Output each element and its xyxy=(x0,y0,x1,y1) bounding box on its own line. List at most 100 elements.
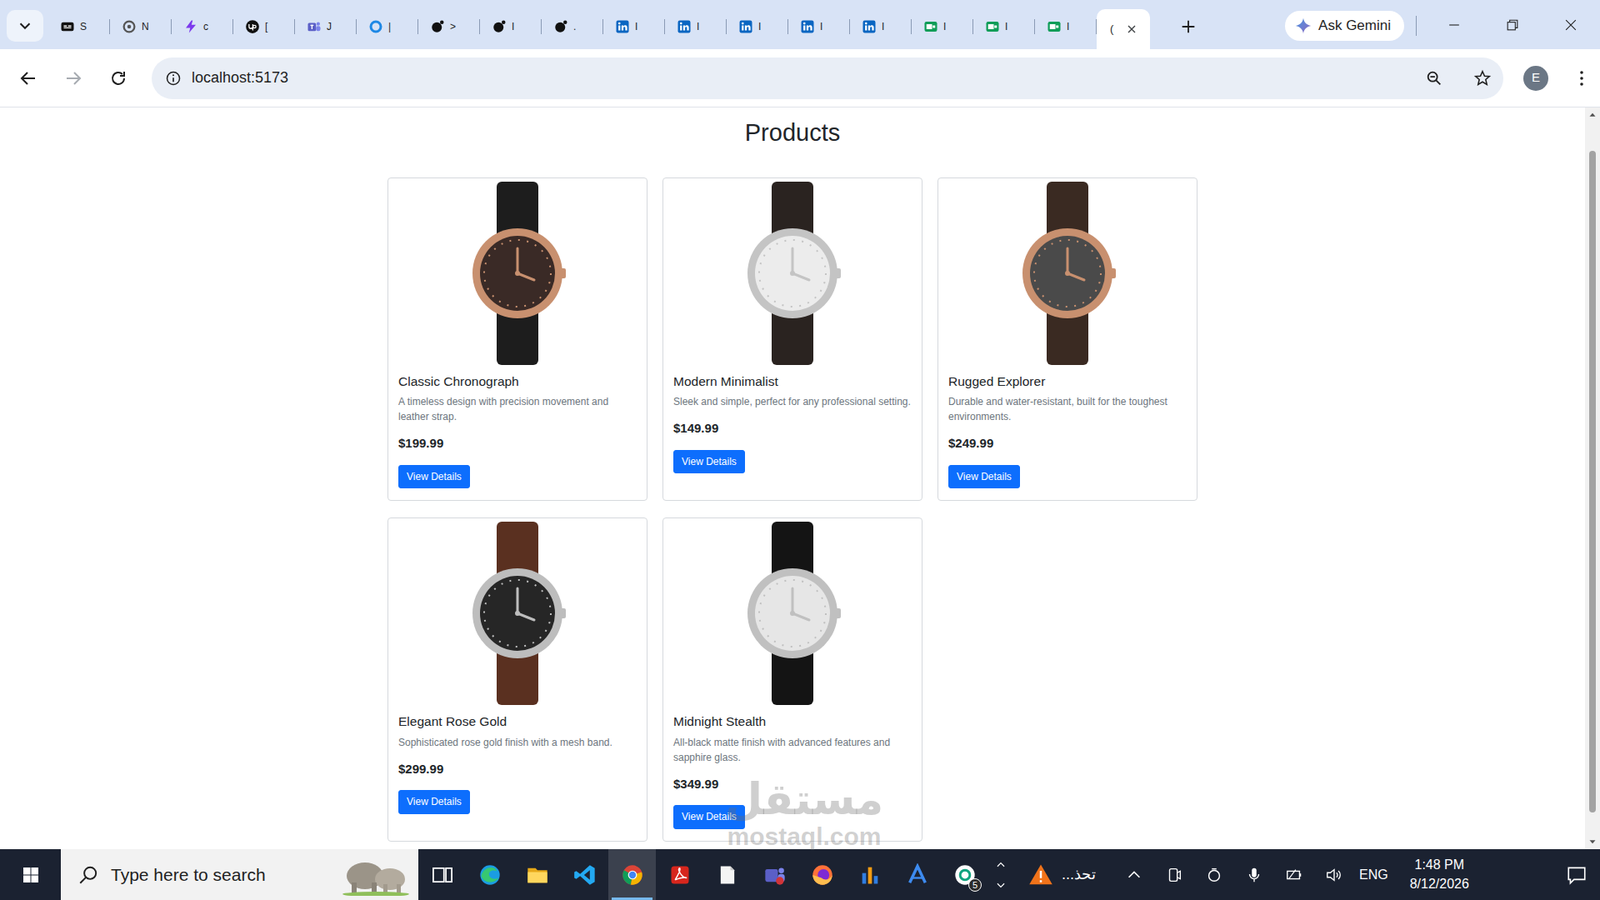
tray-chevron-icon[interactable] xyxy=(1114,849,1155,900)
search-text[interactable]: Type here to search xyxy=(110,861,329,889)
taskbar-app[interactable] xyxy=(750,849,799,900)
reload-icon[interactable] xyxy=(101,61,135,95)
tab-title: I xyxy=(758,19,761,35)
meet-now-icon[interactable] xyxy=(1154,849,1195,900)
product-description: Sophisticated rose gold finish with a me… xyxy=(398,735,637,750)
ask-gemini-button[interactable]: Ask Gemini xyxy=(1285,10,1405,41)
info-icon[interactable] xyxy=(165,70,182,87)
sync-icon[interactable] xyxy=(1194,849,1235,900)
browser-tab[interactable]: S xyxy=(48,9,110,45)
browser-tab[interactable]: I xyxy=(665,9,727,45)
tab-title: [ xyxy=(265,19,268,35)
taskbar-app[interactable] xyxy=(560,849,609,900)
input-language[interactable]: ENG xyxy=(1354,849,1399,900)
chevron-up-icon[interactable] xyxy=(995,859,1007,871)
browser-tab[interactable]: I xyxy=(973,9,1035,45)
taskbar-app[interactable] xyxy=(798,849,846,900)
window-close-icon[interactable] xyxy=(1541,0,1600,50)
product-price: $149.99 xyxy=(673,419,912,439)
favicon-icon xyxy=(1046,19,1062,35)
taskbar-app[interactable] xyxy=(845,849,894,900)
chrome-icon xyxy=(620,863,645,887)
browser-tab[interactable]: | xyxy=(356,9,419,45)
taskbar-app[interactable] xyxy=(893,849,941,900)
product-card: Midnight StealthAll-black matte finish w… xyxy=(662,517,923,842)
chart-icon xyxy=(858,863,882,887)
browser-tab[interactable]: I xyxy=(726,9,789,45)
profile-avatar[interactable]: E xyxy=(1523,65,1549,91)
browser-tab[interactable]: I xyxy=(480,9,542,45)
browser-tab[interactable]: J xyxy=(295,9,357,45)
product-photo xyxy=(388,178,647,365)
browser-tab[interactable]: N xyxy=(110,9,172,45)
taskbar-app[interactable] xyxy=(465,849,514,900)
notification-icon[interactable] xyxy=(1553,849,1600,900)
view-details-button[interactable]: View Details xyxy=(673,450,745,475)
taskbar: Type here to search 5 تحذ... ENG1:48 PM8/12… xyxy=(0,849,1600,900)
speaker-icon[interactable] xyxy=(1314,849,1355,900)
favicon-icon xyxy=(121,19,137,35)
tab-search-icon[interactable] xyxy=(6,10,44,42)
address-text[interactable]: localhost:5173 xyxy=(191,66,1415,90)
taskbar-app[interactable] xyxy=(513,849,561,900)
taskbar-app[interactable] xyxy=(418,849,466,900)
taskbar-app[interactable] xyxy=(703,849,751,900)
browser-tab[interactable]: I xyxy=(850,9,912,45)
browser-tab[interactable]: > xyxy=(418,9,480,45)
favicon-icon xyxy=(861,19,877,35)
restore-icon[interactable] xyxy=(1483,0,1542,50)
battery-icon[interactable] xyxy=(1274,849,1315,900)
taskbar-app[interactable] xyxy=(608,849,656,900)
chevron-down-icon[interactable] xyxy=(995,879,1007,891)
zoom-icon[interactable] xyxy=(1425,69,1444,88)
taskbar-app[interactable]: 5 xyxy=(940,849,989,900)
browser-tab[interactable]: . xyxy=(541,9,604,45)
view-details-button[interactable]: View Details xyxy=(948,465,1020,490)
taskbar-search[interactable]: Type here to search xyxy=(60,849,419,900)
taskbar-scroll[interactable] xyxy=(988,849,1014,900)
view-details-button[interactable]: View Details xyxy=(673,805,745,830)
kebab-menu-icon[interactable] xyxy=(1571,68,1592,89)
product-card: Elegant Rose GoldSophisticated rose gold… xyxy=(387,517,648,842)
tab-title: > xyxy=(450,19,456,35)
new-tab-plus-icon[interactable] xyxy=(1170,9,1207,45)
tab-title: I xyxy=(696,19,700,35)
back-arrow-icon[interactable] xyxy=(11,61,45,95)
forward-arrow-icon xyxy=(56,61,90,95)
alert-text: تحذ... xyxy=(1061,863,1096,886)
view-details-button[interactable]: View Details xyxy=(398,790,470,815)
scroll-up-icon[interactable] xyxy=(1585,107,1600,123)
product-body: Classic ChronographA timeless design wit… xyxy=(388,365,647,501)
scrollbar[interactable] xyxy=(1585,107,1600,850)
browser-tab[interactable]: I xyxy=(603,9,665,45)
notepad-icon xyxy=(715,863,740,887)
tab-title: N xyxy=(141,19,150,35)
tab-strip: SNc[J|>I.IIIIIIII(Ask Gemini xyxy=(0,0,1600,50)
windows-start-icon[interactable] xyxy=(0,849,61,900)
clock-date: 8/12/2026 xyxy=(1410,875,1470,894)
scroll-down-icon[interactable] xyxy=(1585,834,1600,850)
scrollbar-thumb[interactable] xyxy=(1589,150,1596,813)
tab-title: | xyxy=(388,19,391,35)
view-details-button[interactable]: View Details xyxy=(398,465,470,490)
browser-tab[interactable]: [ xyxy=(233,9,295,45)
microphone-icon[interactable] xyxy=(1234,849,1275,900)
browser-tab[interactable]: I xyxy=(911,9,974,45)
taskbar-app[interactable] xyxy=(655,849,704,900)
browser-tab[interactable]: I xyxy=(1035,9,1097,45)
product-body: Midnight StealthAll-black matte finish w… xyxy=(663,705,922,841)
ask-gemini-label: Ask Gemini xyxy=(1318,15,1391,37)
address-bar[interactable]: localhost:5173 xyxy=(151,57,1504,100)
close-icon[interactable] xyxy=(1125,22,1139,36)
browser-tab[interactable]: I xyxy=(788,9,850,45)
browser-tab[interactable]: c xyxy=(171,9,234,45)
alert-item[interactable]: تحذ... xyxy=(1013,849,1115,900)
browser-tab[interactable]: ( xyxy=(1096,9,1150,50)
clock[interactable]: 1:48 PM8/12/2026 xyxy=(1398,849,1481,900)
browser-toolbar: localhost:5173 E xyxy=(0,49,1600,108)
product-price: $299.99 xyxy=(398,760,637,780)
minimize-icon[interactable] xyxy=(1425,0,1484,50)
product-card: Rugged ExplorerDurable and water-resista… xyxy=(937,177,1198,502)
acrobat-icon xyxy=(668,863,692,887)
star-icon[interactable] xyxy=(1473,69,1492,88)
